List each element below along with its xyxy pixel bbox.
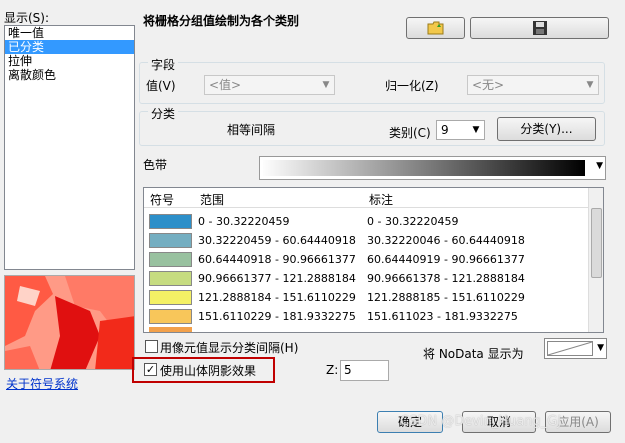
- table-scrollbar[interactable]: [588, 188, 603, 332]
- display-label: 显示(S):: [4, 11, 50, 25]
- symbol-swatch[interactable]: [149, 214, 192, 229]
- folder-icon: [427, 21, 445, 39]
- page-title: 将栅格分组值绘制为各个类别: [143, 14, 300, 28]
- table-row[interactable]: 0 - 30.32220459 0 - 30.32220459: [144, 212, 589, 231]
- classes-select[interactable]: 9 ▼: [436, 120, 485, 140]
- header-symbol: 符号: [150, 193, 175, 207]
- normalize-label: 归一化(Z): [385, 79, 439, 93]
- classes-label: 类别(C): [389, 126, 431, 140]
- classify-button[interactable]: 分类(Y)...: [497, 117, 596, 141]
- header-range: 范围: [200, 193, 225, 207]
- table-row[interactable]: 151.6110229 - 181.9332275 151.611023 - 1…: [144, 307, 589, 326]
- table-row[interactable]: 60.64440918 - 90.96661377 60.64440919 - …: [144, 250, 589, 269]
- chevron-down-icon: ▼: [596, 161, 603, 171]
- save-layer-button[interactable]: [470, 17, 609, 39]
- watermark-text: CSDN @Devin_Huang_GJ: [400, 414, 562, 429]
- range-cell: 151.6110229 - 181.9332275: [198, 310, 356, 323]
- renderer-item-unique[interactable]: 唯一值: [5, 26, 134, 40]
- color-ramp-label: 色带: [143, 158, 168, 172]
- save-icon: [532, 21, 548, 39]
- symbol-swatch[interactable]: [149, 271, 192, 286]
- range-cell: 90.96661377 - 121.2888184: [198, 272, 356, 285]
- renderer-item-stretch[interactable]: 拉伸: [5, 54, 134, 68]
- symbology-preview-image: [4, 275, 135, 370]
- z-label: Z:: [326, 363, 339, 377]
- normalize-field-select[interactable]: <无> ▼: [467, 75, 599, 95]
- open-layer-button[interactable]: [406, 17, 465, 39]
- renderer-item-discrete[interactable]: 离散颜色: [5, 68, 134, 82]
- symbol-swatch[interactable]: [149, 290, 192, 305]
- nodata-swatch: [547, 341, 593, 356]
- table-header: 符号 范围 标注: [144, 188, 589, 208]
- color-ramp-gradient: [263, 160, 585, 176]
- show-class-breaks-checkbox[interactable]: [145, 340, 158, 353]
- scrollbar-thumb[interactable]: [591, 208, 602, 278]
- label-cell: 0 - 30.32220459: [367, 215, 459, 228]
- symbol-swatch[interactable]: [149, 252, 192, 267]
- range-cell: 60.64440918 - 90.96661377: [198, 253, 356, 266]
- z-factor-input[interactable]: 5: [340, 360, 389, 381]
- range-cell: 121.2888184 - 151.6110229: [198, 291, 356, 304]
- label-cell: 121.2888185 - 151.6110229: [367, 291, 525, 304]
- symbol-swatch[interactable]: [149, 309, 192, 324]
- renderer-item-classified[interactable]: 已分类: [5, 40, 134, 54]
- nodata-color-select[interactable]: ▼: [544, 338, 607, 359]
- classification-method: 相等间隔: [227, 123, 276, 137]
- nodata-label: 将 NoData 显示为: [423, 347, 524, 361]
- table-row[interactable]: 121.2888184 - 151.6110229 121.2888185 - …: [144, 288, 589, 307]
- range-cell: 0 - 30.32220459: [198, 215, 290, 228]
- label-cell: 151.611023 - 181.9332275: [367, 310, 518, 323]
- label-cell: 30.32220046 - 60.64440918: [367, 234, 525, 247]
- chevron-down-icon: ▼: [597, 343, 604, 353]
- label-cell: 90.96661378 - 121.2888184: [367, 272, 525, 285]
- table-row[interactable]: 30.32220459 - 60.64440918 30.32220046 - …: [144, 231, 589, 250]
- chevron-down-icon: ▼: [472, 125, 480, 135]
- hillshade-checkbox[interactable]: ✓: [144, 363, 157, 376]
- show-class-breaks-label: 用像元值显示分类间隔(H): [160, 341, 299, 355]
- range-cell: 30.32220459 - 60.64440918: [198, 234, 356, 247]
- about-symbology-link[interactable]: 关于符号系统: [6, 375, 78, 392]
- hillshade-label: 使用山体阴影效果: [160, 364, 257, 378]
- value-label: 值(V): [146, 79, 176, 93]
- chevron-down-icon: ▼: [586, 80, 594, 90]
- field-group-title: 字段: [148, 56, 179, 73]
- renderer-list[interactable]: 唯一值 已分类 拉伸 离散颜色: [4, 25, 135, 270]
- color-ramp-select[interactable]: ▼: [259, 156, 606, 180]
- label-cell: 60.64440919 - 90.96661377: [367, 253, 525, 266]
- symbol-swatch[interactable]: [149, 233, 192, 248]
- classification-group-title: 分类: [148, 105, 179, 122]
- symbol-swatch-partial: [149, 327, 192, 332]
- chevron-down-icon: ▼: [322, 80, 330, 90]
- value-field-select[interactable]: <值> ▼: [204, 75, 335, 95]
- table-row[interactable]: 90.96661377 - 121.2888184 90.96661378 - …: [144, 269, 589, 288]
- header-label: 标注: [369, 193, 394, 207]
- class-table[interactable]: 符号 范围 标注 0 - 30.32220459 0 - 30.32220459…: [143, 187, 604, 333]
